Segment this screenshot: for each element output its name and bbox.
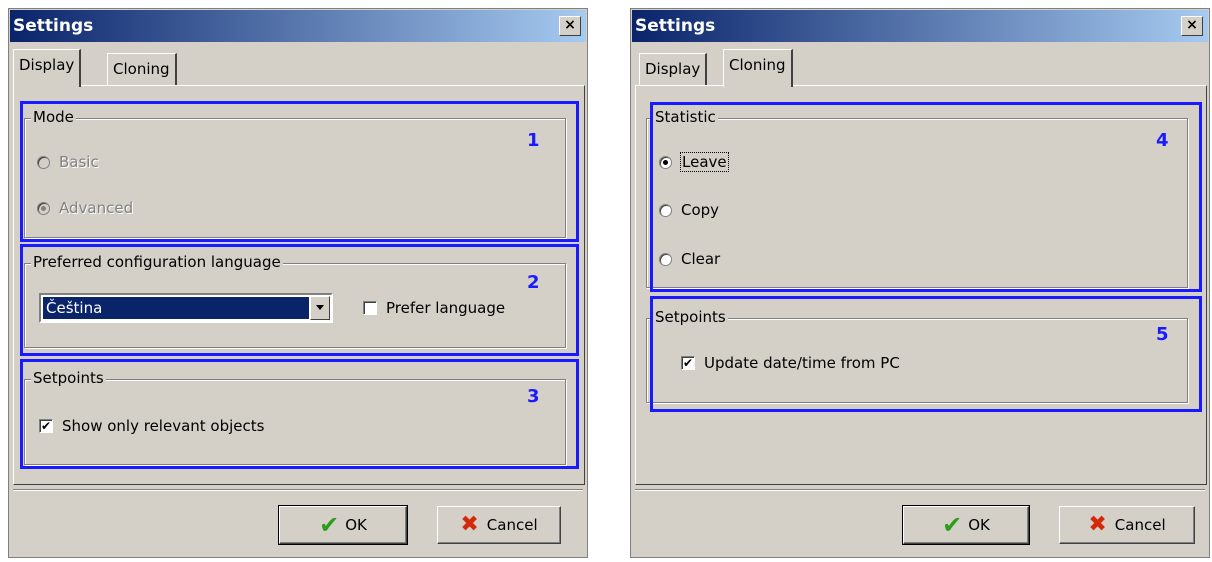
title-bar: Settings ×	[632, 10, 1208, 42]
tab-display[interactable]: Display	[639, 53, 708, 85]
cancel-button[interactable]: ✖ Cancel	[437, 506, 561, 544]
ok-button[interactable]: ✔ OK	[278, 505, 408, 545]
cancel-button[interactable]: ✖ Cancel	[1059, 506, 1195, 544]
cancel-label: Cancel	[1114, 516, 1166, 534]
ok-label: OK	[968, 516, 990, 534]
marker-1: 1	[527, 130, 540, 151]
highlight-box-2	[20, 244, 579, 356]
highlight-box-5	[650, 296, 1202, 412]
cancel-label: Cancel	[486, 516, 538, 534]
highlight-box-4	[650, 102, 1202, 292]
highlight-box-3	[20, 359, 579, 469]
highlight-box-1	[20, 101, 579, 242]
tab-panel-cloning: Statistic Leave Copy Clear 4 Setpoints ✔…	[635, 85, 1207, 485]
tab-cloning[interactable]: Cloning	[107, 53, 177, 85]
tab-cloning[interactable]: Cloning	[723, 49, 793, 87]
ok-button[interactable]: ✔ OK	[902, 505, 1030, 545]
marker-3: 3	[527, 386, 540, 407]
checkmark-icon: ✔	[942, 511, 963, 539]
ok-label: OK	[345, 516, 367, 534]
title-bar: Settings ×	[10, 10, 586, 42]
dialog-title: Settings	[13, 16, 94, 36]
footer-separator	[13, 489, 583, 491]
close-button[interactable]: ×	[559, 16, 581, 36]
close-button[interactable]: ×	[1181, 16, 1203, 36]
marker-5: 5	[1156, 324, 1169, 345]
cross-icon: ✖	[1088, 512, 1107, 537]
tab-panel-display: Mode Basic Advanced 1 Preferred configur…	[13, 85, 585, 485]
tab-display[interactable]: Display	[13, 49, 82, 87]
settings-dialog-cloning: Settings × Display Cloning Statistic Lea…	[630, 8, 1210, 558]
footer-separator	[635, 489, 1205, 491]
marker-4: 4	[1156, 130, 1169, 151]
cross-icon: ✖	[460, 512, 479, 537]
dialog-title: Settings	[635, 16, 716, 36]
marker-2: 2	[527, 272, 540, 293]
settings-dialog-display: Settings × Display Cloning Mode Basic Ad…	[8, 8, 588, 558]
checkmark-icon: ✔	[319, 511, 340, 539]
